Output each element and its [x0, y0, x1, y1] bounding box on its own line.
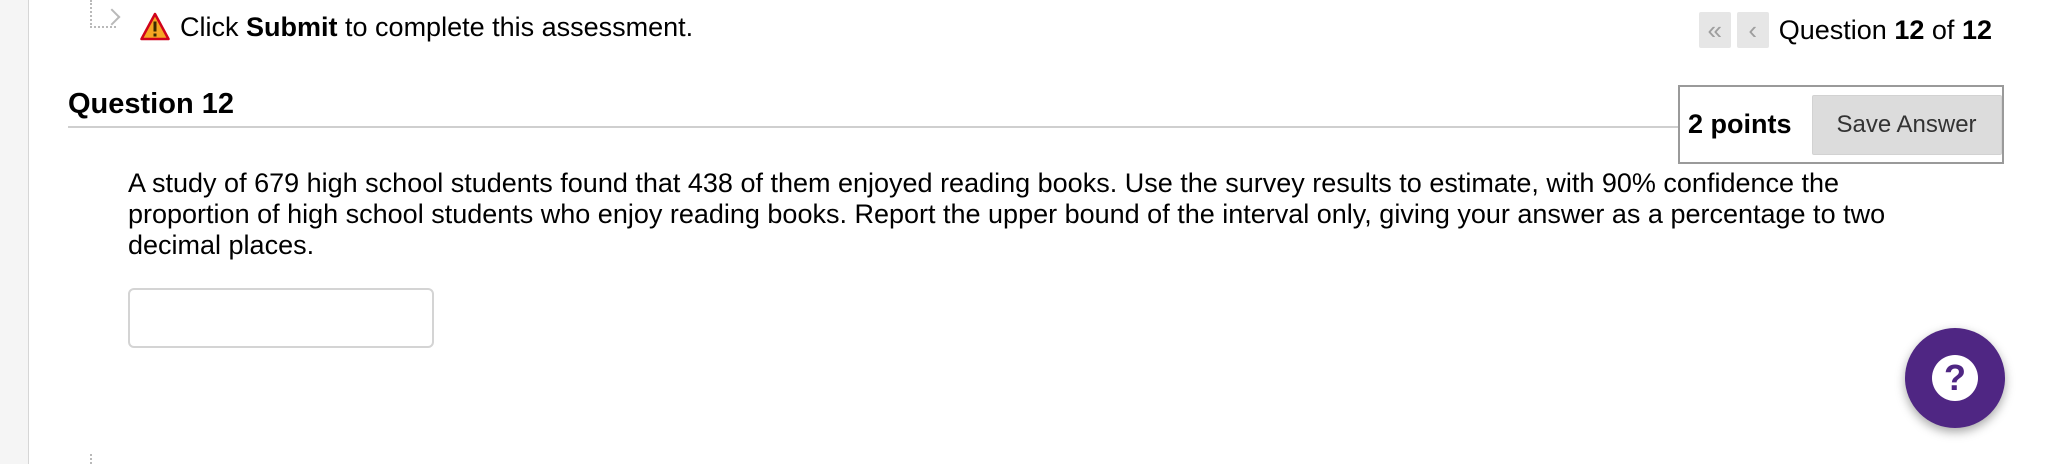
- first-question-button[interactable]: «: [1698, 12, 1731, 48]
- save-answer-button[interactable]: Save Answer: [1811, 94, 2002, 155]
- question-mark-icon: ?: [1932, 355, 1978, 401]
- help-button[interactable]: ?: [1905, 328, 2005, 428]
- points-value: 2 points: [1688, 109, 1792, 139]
- question-divider: [68, 126, 1678, 128]
- total-questions: 12: [1961, 14, 1992, 45]
- warning-icon: [140, 12, 170, 41]
- answer-input[interactable]: [128, 288, 434, 348]
- submit-notice: Click Submit to complete this assessment…: [140, 8, 693, 46]
- current-question-number: 12: [1894, 14, 1925, 45]
- question-navigation: « ‹ Question 12 of 12: [1698, 12, 1992, 48]
- question-position: Question 12 of 12: [1778, 14, 1992, 45]
- question-text: A study of 679 high school students foun…: [128, 168, 1886, 260]
- question-title: Question 12: [68, 88, 234, 120]
- double-chevron-left-icon: «: [1707, 15, 1722, 45]
- notice-text: Click Submit to complete this assessment…: [180, 11, 694, 42]
- points-panel: 2 points Save Answer: [1678, 85, 2004, 164]
- chevron-left-icon: ‹: [1748, 15, 1758, 45]
- tree-connector-bottom: [90, 454, 92, 464]
- notice-emphasis: Submit: [246, 11, 338, 42]
- left-rail: [0, 0, 29, 464]
- previous-question-button[interactable]: ‹: [1736, 12, 1769, 48]
